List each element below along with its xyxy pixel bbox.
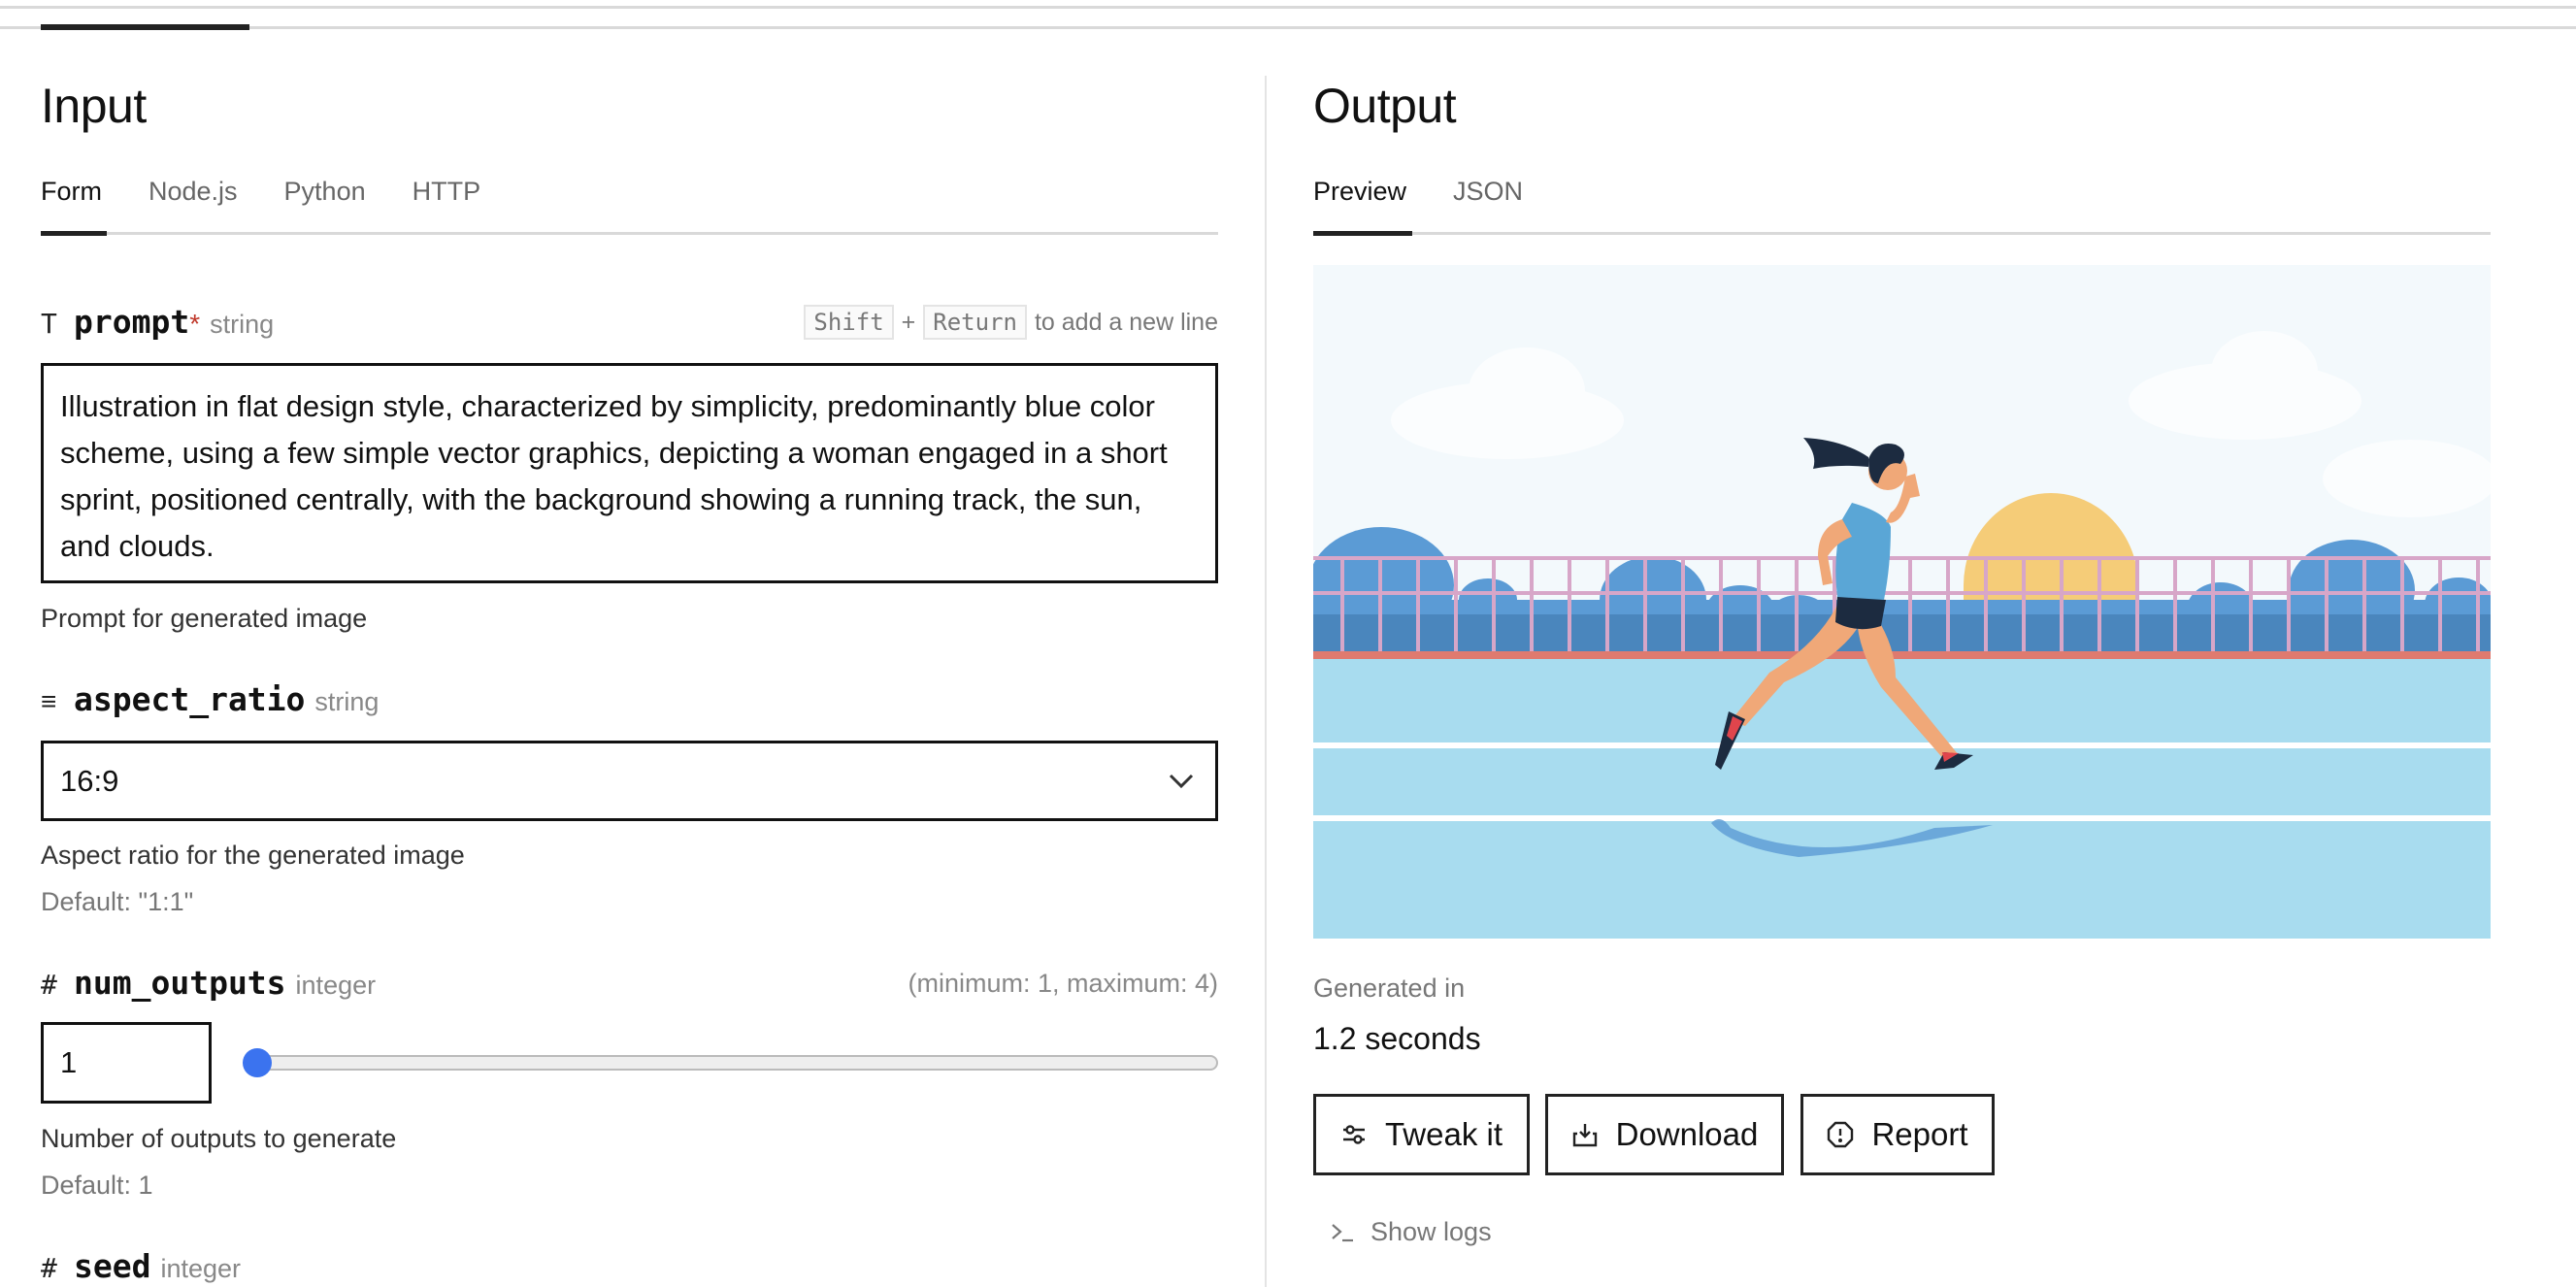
prompt-field-type: string <box>210 310 275 339</box>
seed-field-name: seed <box>74 1247 151 1285</box>
tab-nodejs[interactable]: Node.js <box>149 177 238 207</box>
list-icon: ≡ <box>41 686 57 716</box>
num-outputs-description: Number of outputs to generate <box>41 1124 397 1153</box>
tab-form[interactable]: Form <box>41 177 102 207</box>
tab-json[interactable]: JSON <box>1453 177 1523 207</box>
chevron-down-icon <box>1169 774 1194 788</box>
tweak-button-label: Tweak it <box>1384 1116 1503 1152</box>
download-icon <box>1572 1124 1597 1147</box>
output-tabs: Preview JSON <box>1313 177 1523 207</box>
required-marker: * <box>189 309 201 339</box>
num-outputs-slider[interactable] <box>245 1055 1218 1071</box>
text-icon: T <box>41 308 57 340</box>
prompt-description: Prompt for generated image <box>41 604 368 633</box>
aspect-ratio-value: 16:9 <box>60 763 119 798</box>
tab-preview[interactable]: Preview <box>1313 177 1406 207</box>
prompt-field-name: prompt <box>74 303 190 341</box>
alert-octagon-icon <box>1828 1121 1854 1148</box>
plus-sign: + <box>901 308 916 336</box>
shift-key: Shift <box>804 305 894 340</box>
num-outputs-label: # num_outputs integer <box>41 964 376 1002</box>
sliders-icon <box>1342 1125 1365 1144</box>
report-button[interactable]: Report <box>1800 1094 1995 1175</box>
page-tabs-underline <box>0 26 2576 29</box>
aspect-ratio-field-type: string <box>314 687 380 716</box>
newline-hint: Shift + Return to add a new line <box>804 305 1218 340</box>
prompt-input[interactable]: Illustration in flat design style, chara… <box>41 363 1218 583</box>
tab-http[interactable]: HTTP <box>413 177 481 207</box>
top-divider <box>0 6 2576 9</box>
num-outputs-field-type: integer <box>295 971 377 1000</box>
hint-text: to add a new line <box>1034 308 1218 336</box>
input-tab-active-indicator <box>41 231 107 236</box>
seed-field-type: integer <box>160 1254 242 1283</box>
page-tab-active-indicator <box>41 24 249 30</box>
num-outputs-range: (minimum: 1, maximum: 4) <box>908 969 1218 998</box>
aspect-ratio-field-name: aspect_ratio <box>74 680 306 718</box>
generated-in-value: 1.2 seconds <box>1313 1021 1481 1056</box>
hash-icon: # <box>41 1252 57 1284</box>
generated-in-label: Generated in <box>1313 974 1466 1003</box>
report-button-label: Report <box>1871 1116 1968 1152</box>
show-logs-toggle[interactable]: Show logs <box>1330 1217 1492 1247</box>
column-divider <box>1265 76 1267 1287</box>
show-logs-label: Show logs <box>1371 1217 1492 1246</box>
output-heading: Output <box>1313 79 1457 133</box>
aspect-ratio-description: Aspect ratio for the generated image <box>41 841 465 870</box>
prompt-label: T prompt * string <box>41 303 274 341</box>
num-outputs-field-name: num_outputs <box>74 964 286 1002</box>
aspect-ratio-default: Default: "1:1" <box>41 887 194 916</box>
num-outputs-default: Default: 1 <box>41 1171 153 1200</box>
tab-python[interactable]: Python <box>284 177 366 207</box>
return-key: Return <box>923 305 1027 340</box>
num-outputs-input[interactable]: 1 <box>41 1022 212 1104</box>
num-outputs-slider-thumb[interactable] <box>243 1048 272 1077</box>
tweak-button[interactable]: Tweak it <box>1313 1094 1530 1175</box>
input-heading: Input <box>41 79 147 133</box>
aspect-ratio-label: ≡ aspect_ratio string <box>41 680 379 718</box>
terminal-icon <box>1332 1223 1353 1241</box>
seed-label: # seed integer <box>41 1247 241 1285</box>
input-tabs-underline <box>41 232 1218 235</box>
download-button[interactable]: Download <box>1545 1094 1784 1175</box>
hash-icon: # <box>41 969 57 1001</box>
output-tabs-underline <box>1313 232 2491 235</box>
running-woman-illustration <box>1313 265 2491 939</box>
output-tab-active-indicator <box>1313 231 1412 236</box>
input-tabs: Form Node.js Python HTTP <box>41 177 480 207</box>
download-button-label: Download <box>1615 1116 1759 1152</box>
output-image[interactable] <box>1313 265 2491 939</box>
aspect-ratio-select[interactable]: 16:9 <box>41 741 1218 821</box>
